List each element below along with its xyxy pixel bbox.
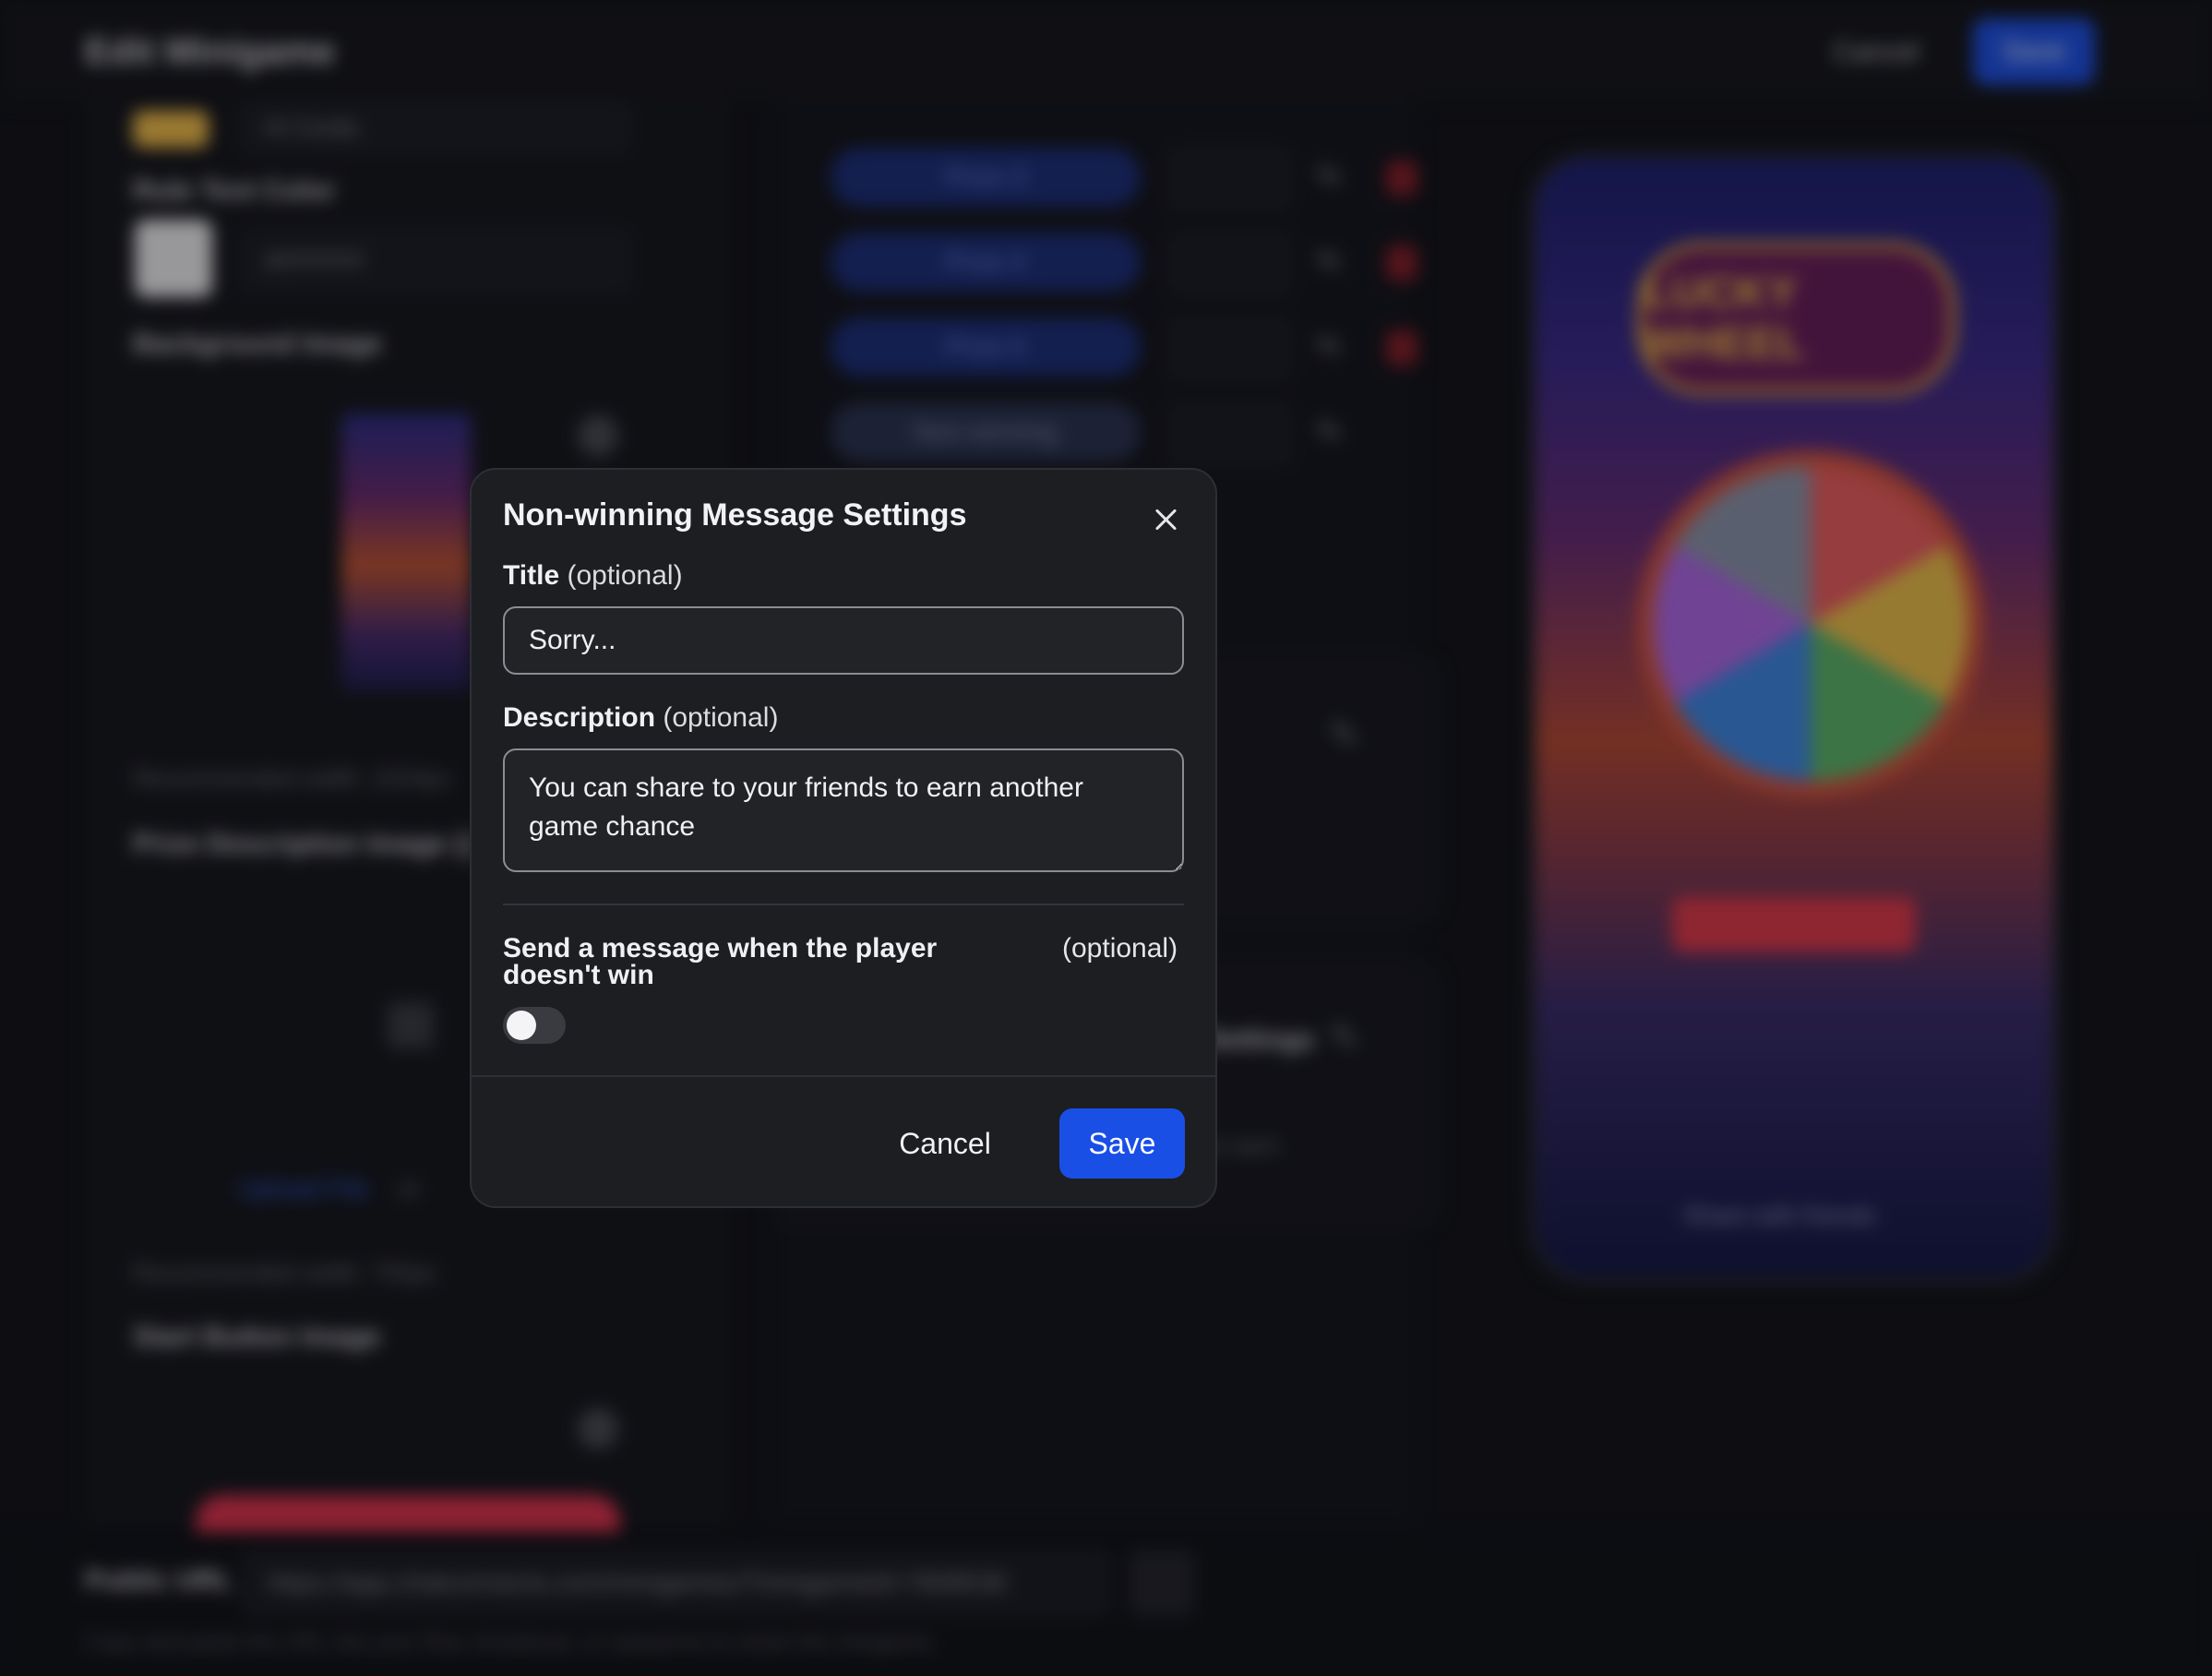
optional-tag: (optional) <box>1062 933 1178 964</box>
description-textarea[interactable]: You can share to your friends to earn an… <box>503 748 1184 872</box>
title-field-label: Title (optional) <box>503 560 683 592</box>
toggle-knob <box>507 1011 536 1040</box>
optional-tag: (optional) <box>567 560 683 591</box>
section-divider <box>503 904 1184 905</box>
optional-tag: (optional) <box>663 702 779 733</box>
save-button[interactable]: Save <box>1059 1108 1185 1179</box>
non-winning-message-modal: Non-winning Message Settings Title (opti… <box>470 468 1217 1208</box>
send-message-label: Send a message when the player doesn't w… <box>503 933 938 990</box>
description-label-text: Description <box>503 702 656 733</box>
description-field-label: Description (optional) <box>503 702 778 734</box>
cancel-button[interactable]: Cancel <box>885 1108 1005 1179</box>
title-input[interactable] <box>503 606 1184 675</box>
modal-title: Non-winning Message Settings <box>503 497 967 533</box>
send-message-toggle[interactable] <box>503 1007 566 1044</box>
title-label-text: Title <box>503 560 560 591</box>
footer-divider <box>472 1075 1215 1077</box>
close-icon[interactable] <box>1150 503 1183 536</box>
